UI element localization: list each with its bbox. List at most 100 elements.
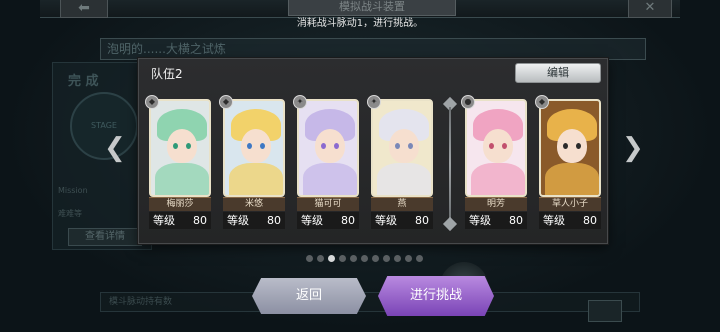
hero-level-row: 等级 80 [149,212,211,229]
start-challenge-button[interactable]: 进行挑战 [378,276,494,316]
hero-name: 猫可可 [297,197,359,211]
close-icon[interactable]: ✕ [628,0,672,18]
mission-label: Mission [58,186,88,195]
level-label: 等级 [469,214,491,227]
front-back-divider [442,96,458,232]
team-pagination [306,255,423,263]
hero-face [557,129,587,163]
edit-button[interactable]: 编辑 [515,63,601,83]
page-dot[interactable] [416,255,423,262]
level-label: 等级 [543,214,565,227]
page-dot[interactable] [383,255,390,262]
stage-name-bar: 泡明的......大横之试炼 [100,38,646,60]
hero-face [241,129,271,163]
hero-portrait [297,99,359,197]
hero-level-row: 等级 80 [371,212,433,229]
page-dot[interactable] [339,255,346,262]
hero-eye [408,143,413,149]
hero-body [471,163,525,195]
shield-icon: ◆ [145,95,159,109]
hero-eye [186,143,191,149]
next-team-arrow-icon[interactable]: ❯ [622,130,644,166]
hero-body [545,163,599,195]
hero-level-row: 等级 80 [465,212,527,229]
hero-eye [563,143,568,149]
hero-eye [489,143,494,149]
hero-portrait [149,99,211,197]
hero-face [315,129,345,163]
hero-body [303,163,357,195]
hero-card[interactable]: ● 明芳等级 80 [461,95,527,229]
staff-icon: ✦ [367,95,381,109]
hero-portrait [371,99,433,197]
team-title: 队伍2 [151,67,183,81]
shield-icon: ◆ [535,95,549,109]
hero-name: 燕 [371,197,433,211]
hero-level-row: 等级 80 [297,212,359,229]
hero-name: 草人小子 [539,197,601,211]
level-label: 等级 [301,214,323,227]
level-value: 80 [193,214,207,227]
hero-eye [260,143,265,149]
page-dot[interactable] [372,255,379,262]
hero-name: 梅丽莎 [149,197,211,211]
hero-level-row: 等级 80 [539,212,601,229]
screen-subtitle: 消耗战斗脉动1，进行挑战。 [296,18,424,29]
divider-bottom-diamond [442,216,458,232]
page-dot[interactable] [405,255,412,262]
hero-body [155,163,209,195]
hero-face [389,129,419,163]
shield-icon: ◆ [219,95,233,109]
hero-eye [247,143,252,149]
team-modal: 队伍2 编辑 ◆ 梅丽莎 等级 80 ◆ 米悠 等级 80 ✦ 猫可可 等级 80 ✦ 燕等级 80 ● 明芳等… [138,58,608,244]
hero-eye [321,143,326,149]
level-value: 80 [267,214,281,227]
hero-name: 米悠 [223,197,285,211]
screen-title: 模拟战斗装置 [288,0,456,16]
hero-face [483,129,513,163]
mission-sub-label: 难难等 [58,209,82,218]
hero-eye [173,143,178,149]
prev-team-arrow-icon[interactable]: ❮ [104,130,126,166]
hero-eye [502,143,507,149]
hero-card[interactable]: ◆ 梅丽莎等级 80 [145,95,211,229]
view-detail-button[interactable]: 查看详情 [68,228,142,246]
hero-eye [576,143,581,149]
divider-line [449,107,451,221]
level-value: 80 [341,214,355,227]
staff-icon: ✦ [293,95,307,109]
page-dot[interactable] [317,255,324,262]
hero-portrait [465,99,527,197]
fist-icon: ● [461,95,475,109]
hero-face [167,129,197,163]
hero-card[interactable]: ✦ 燕等级 80 [367,95,433,229]
hero-name: 明芳 [465,197,527,211]
back-arrow-icon[interactable]: ⬅ [60,0,108,18]
page-dot[interactable] [328,255,335,262]
hero-body [229,163,283,195]
hero-eye [395,143,400,149]
page-dot[interactable] [394,255,401,262]
hero-portrait [223,99,285,197]
bottom-right-button[interactable] [588,300,622,322]
level-label: 等级 [375,214,397,227]
hero-card[interactable]: ✦ 猫可可等级 80 [293,95,359,229]
page-dot[interactable] [306,255,313,262]
level-value: 80 [415,214,429,227]
level-value: 80 [583,214,597,227]
hero-portrait [539,99,601,197]
page-dot[interactable] [350,255,357,262]
hero-level-row: 等级 80 [223,212,285,229]
level-value: 80 [509,214,523,227]
back-button[interactable]: 返回 [252,278,366,314]
hero-eye [334,143,339,149]
hero-card[interactable]: ◆ 米悠等级 80 [219,95,285,229]
pulse-count-bar: 模斗脉动持有数 [100,292,640,312]
page-dot[interactable] [361,255,368,262]
hero-card[interactable]: ◆ 草人小子等级 80 [535,95,601,229]
level-label: 等级 [153,214,175,227]
hero-body [377,163,431,195]
level-label: 等级 [227,214,249,227]
game-screen: ⬅ ✕ 模拟战斗装置 消耗战斗脉动1，进行挑战。 泡明的......大横之试炼 … [0,0,720,332]
complete-label: 完 成 [68,74,99,89]
